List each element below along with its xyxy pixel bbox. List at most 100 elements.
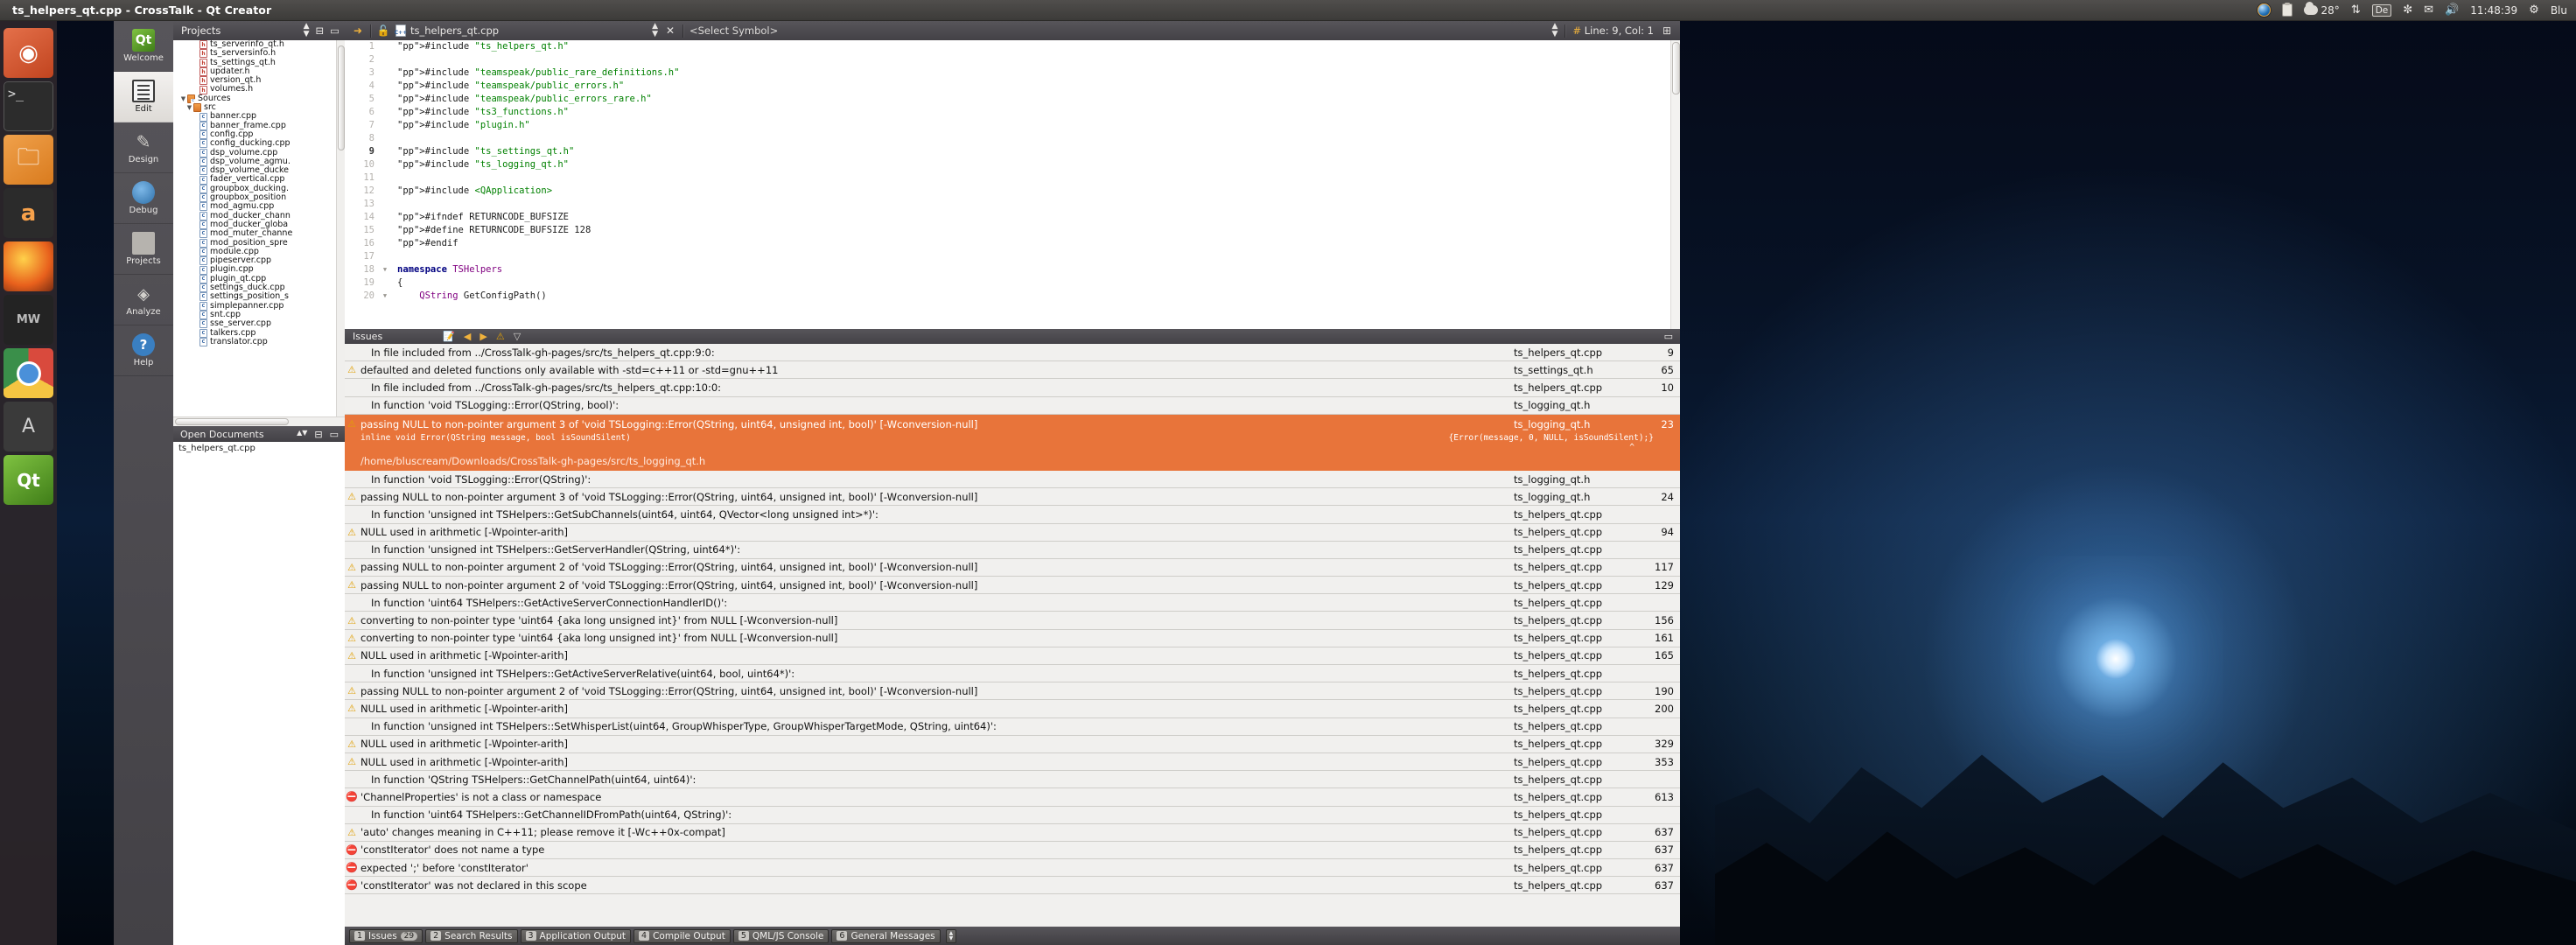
table-row[interactable]: ⚠ passing NULL to non-pointer argument 3 … bbox=[345, 488, 1680, 507]
navigate-forward-icon[interactable]: ➜ bbox=[352, 24, 364, 37]
fold-marker-icon[interactable] bbox=[380, 132, 390, 145]
code-line[interactable]: 1 "pp">#include "ts_helpers_qt.h" bbox=[345, 40, 1680, 53]
code-line[interactable]: 14 "pp">#ifndef RETURNCODE_BUFSIZE bbox=[345, 211, 1680, 224]
code-line[interactable]: 5 "pp">#include "teamspeak/public_errors_… bbox=[345, 93, 1680, 106]
mode-edit[interactable]: Edit bbox=[114, 72, 173, 122]
fold-marker-icon[interactable]: ▼ bbox=[380, 263, 390, 276]
editor-scroll-thumb[interactable] bbox=[1672, 42, 1680, 94]
table-row[interactable]: ⛔'constIterator' was not declared in thi… bbox=[345, 877, 1680, 895]
mode-welcome[interactable]: Qt Welcome bbox=[114, 21, 173, 72]
code-line[interactable]: 18 ▼ namespace TSHelpers bbox=[345, 263, 1680, 276]
output-tab-issues[interactable]: 1 Issues 29 bbox=[349, 928, 424, 943]
close-icon[interactable]: ✕ bbox=[664, 24, 676, 37]
code-line[interactable]: 6 "pp">#include "ts3_functions.h" bbox=[345, 106, 1680, 119]
keyboard-layout-indicator[interactable]: De bbox=[2371, 4, 2392, 17]
tree-item[interactable]: Csimplepanner.cpp bbox=[173, 301, 345, 311]
projects-close-icon[interactable]: ▭ bbox=[330, 24, 340, 37]
tree-vertical-scrollbar[interactable] bbox=[336, 40, 345, 416]
code-line[interactable]: 16 "pp">#endif bbox=[345, 237, 1680, 250]
tree-item[interactable]: Cmod_muter_channe bbox=[173, 228, 345, 239]
code-line[interactable]: 7 "pp">#include "plugin.h" bbox=[345, 119, 1680, 132]
table-row[interactable]: ⚠ NULL used in arithmetic [-Wpointer-arit… bbox=[345, 736, 1680, 753]
tree-scroll-thumb[interactable] bbox=[338, 46, 345, 150]
table-row[interactable]: In function 'unsigned int TSHelpers::Set… bbox=[345, 718, 1680, 736]
table-row[interactable]: In function 'uint64 TSHelpers::GetActive… bbox=[345, 594, 1680, 612]
fold-marker-icon[interactable] bbox=[380, 40, 390, 53]
table-row[interactable]: In function 'QString TSHelpers::GetChann… bbox=[345, 771, 1680, 789]
fold-marker-icon[interactable]: ▼ bbox=[380, 290, 390, 303]
firefox-icon[interactable] bbox=[4, 242, 53, 291]
output-tab-general-messages[interactable]: 6 General Messages bbox=[831, 928, 941, 943]
table-row[interactable]: ⚠ NULL used in arithmetic [-Wpointer-arit… bbox=[345, 753, 1680, 772]
session-user-label[interactable]: Blu bbox=[2551, 4, 2567, 17]
cursor-position-indicator[interactable]: # Line: 9, Col: 1 bbox=[1572, 24, 1654, 37]
tree-item[interactable]: Csse_server.cpp bbox=[173, 318, 345, 329]
opendocs-close-icon[interactable]: ▭ bbox=[330, 429, 339, 440]
mode-help[interactable]: ? Help bbox=[114, 326, 173, 376]
filter-funnel-icon[interactable]: ▽ bbox=[514, 331, 521, 342]
fold-marker-icon[interactable] bbox=[380, 145, 390, 158]
table-row[interactable]: In function 'unsigned int TSHelpers::Get… bbox=[345, 542, 1680, 559]
tree-item[interactable]: ▼ src bbox=[173, 102, 345, 113]
mode-projects[interactable]: Projects bbox=[114, 224, 173, 275]
code-line[interactable]: 10 "pp">#include "ts_logging_qt.h" bbox=[345, 158, 1680, 172]
code-line[interactable]: 11 bbox=[345, 172, 1680, 185]
code-line[interactable]: 9 "pp">#include "ts_settings_qt.h" bbox=[345, 145, 1680, 158]
network-updown-icon[interactable]: ⇅ bbox=[2351, 4, 2361, 17]
opendocs-split-icon[interactable]: ⊟ bbox=[314, 429, 322, 440]
mediawiki-icon[interactable]: MW bbox=[4, 295, 53, 345]
table-row[interactable]: ⚠ converting to non-pointer type 'uint64 … bbox=[345, 612, 1680, 630]
table-row[interactable]: In function 'void TSLogging::Error(QStri… bbox=[345, 471, 1680, 489]
fold-marker-icon[interactable] bbox=[380, 276, 390, 290]
table-row[interactable]: In function 'unsigned int TSHelpers::Get… bbox=[345, 665, 1680, 683]
qtcreator-icon[interactable]: Qt bbox=[4, 455, 53, 505]
tree-item[interactable]: Ctranslator.cpp bbox=[173, 337, 345, 346]
split-combo-arrows-icon[interactable]: ▲ ▼ bbox=[1552, 23, 1558, 38]
table-row[interactable]: ⛔ 'ChannelProperties' is not a class or n… bbox=[345, 788, 1680, 807]
code-line[interactable]: 19 { bbox=[345, 276, 1680, 290]
table-row[interactable]: ⚠ converting to non-pointer type 'uint64 … bbox=[345, 630, 1680, 648]
tree-horizontal-scrollbar[interactable] bbox=[173, 416, 345, 426]
next-issue-icon[interactable]: ▶ bbox=[480, 331, 486, 342]
fold-marker-icon[interactable] bbox=[380, 158, 390, 172]
list-item[interactable]: ts_helpers_qt.cpp bbox=[173, 442, 345, 454]
tree-item[interactable]: Cmod_position_spre bbox=[173, 238, 345, 248]
editor-vertical-scrollbar[interactable] bbox=[1670, 40, 1680, 329]
volume-icon[interactable]: 🔊 bbox=[2445, 4, 2459, 17]
table-row[interactable]: ⚠ defaulted and deleted functions only av… bbox=[345, 361, 1680, 380]
weather-indicator[interactable]: 28° bbox=[2303, 2, 2340, 17]
table-row[interactable]: In file included from ../CrossTalk-gh-pa… bbox=[345, 379, 1680, 397]
tree-expander-icon[interactable]: ▼ bbox=[186, 103, 193, 112]
tree-item[interactable]: h version_qt.h bbox=[173, 75, 345, 86]
symbol-selector[interactable]: <Select Symbol> bbox=[690, 24, 778, 37]
clock-indicator[interactable]: 11:48:39 bbox=[2470, 4, 2517, 17]
issues-maximize-icon[interactable]: ▭ bbox=[1664, 331, 1673, 342]
table-row[interactable]: In function 'unsigned int TSHelpers::Get… bbox=[345, 506, 1680, 524]
clipboard-icon[interactable] bbox=[2281, 4, 2292, 17]
clear-issues-icon[interactable]: 📝 bbox=[443, 331, 455, 342]
fold-marker-icon[interactable] bbox=[380, 119, 390, 132]
table-row[interactable]: In file included from ../CrossTalk-gh-pa… bbox=[345, 344, 1680, 362]
table-row[interactable]: ⚠ NULL used in arithmetic [-Wpointer-arit… bbox=[345, 524, 1680, 542]
gear-icon[interactable]: ⚙ bbox=[2529, 4, 2539, 17]
tree-item[interactable]: Cpipeserver.cpp bbox=[173, 256, 345, 266]
network-globe-icon[interactable] bbox=[2257, 4, 2271, 17]
table-row[interactable]: ⚠ passing NULL to non-pointer argument 2 … bbox=[345, 682, 1680, 701]
projects-filter-icon[interactable]: ⊟ bbox=[315, 24, 324, 37]
table-row[interactable]: ⚠ passing NULL to non-pointer argument 2 … bbox=[345, 559, 1680, 578]
fold-marker-icon[interactable] bbox=[380, 53, 390, 66]
fold-marker-icon[interactable] bbox=[380, 106, 390, 119]
fold-marker-icon[interactable] bbox=[380, 224, 390, 237]
fold-marker-icon[interactable] bbox=[380, 250, 390, 263]
fold-marker-icon[interactable] bbox=[380, 211, 390, 224]
mode-design[interactable]: ✎ Design bbox=[114, 122, 173, 173]
warning-filter-icon[interactable]: ⚠ bbox=[496, 331, 505, 342]
code-line[interactable]: 4 "pp">#include "teamspeak/public_errors.… bbox=[345, 80, 1680, 93]
fold-marker-icon[interactable] bbox=[380, 172, 390, 185]
table-row[interactable]: ⚠ NULL used in arithmetic [-Wpointer-arit… bbox=[345, 648, 1680, 665]
output-tab-qml-js-console[interactable]: 5 QML/JS Console bbox=[732, 928, 830, 943]
dash-icon[interactable]: ◉ bbox=[4, 28, 53, 78]
output-pane-resize-arrows-icon[interactable]: ▲ ▼ bbox=[945, 928, 957, 943]
fold-marker-icon[interactable] bbox=[380, 185, 390, 198]
code-editor[interactable]: 1 "pp">#include "ts_helpers_qt.h" 2 3 "pp">… bbox=[345, 40, 1680, 329]
